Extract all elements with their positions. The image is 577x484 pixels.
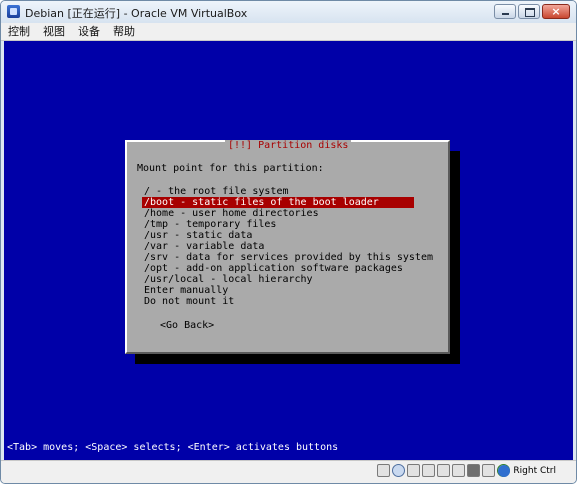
option-enter-manually[interactable]: Enter manually [142, 285, 414, 296]
shared-folders-icon[interactable] [452, 464, 465, 477]
usb-icon[interactable] [422, 464, 435, 477]
option-var[interactable]: /var - variable data [142, 241, 414, 252]
floppy-icon[interactable] [407, 464, 420, 477]
dialog-title: [!!] Partition disks [225, 140, 352, 152]
option-opt[interactable]: /opt - add-on application software packa… [142, 263, 414, 274]
option-usr-local[interactable]: /usr/local - local hierarchy [142, 274, 414, 285]
option-tmp[interactable]: /tmp - temporary files [142, 219, 414, 230]
menu-devices[interactable]: 设备 [71, 23, 106, 40]
virtualbox-window: Debian [正在运行] - Oracle VM VirtualBox × 控… [0, 0, 577, 484]
option-srv[interactable]: /srv - data for services provided by thi… [142, 252, 433, 263]
option-usr[interactable]: /usr - static data [142, 230, 414, 241]
hard-disk-icon[interactable] [377, 464, 390, 477]
network-icon[interactable] [437, 464, 450, 477]
optical-drive-icon[interactable] [392, 464, 405, 477]
host-key-indicator[interactable]: Right Ctrl [498, 464, 556, 478]
maximize-button[interactable] [518, 4, 540, 19]
window-title: Debian [正在运行] - Oracle VM VirtualBox [25, 7, 248, 20]
window-controls: × [494, 4, 570, 19]
option-do-not-mount[interactable]: Do not mount it [142, 296, 414, 307]
go-back-button[interactable]: <Go Back> [160, 320, 214, 332]
keyboard-hint: <Tab> moves; <Space> selects; <Enter> ac… [7, 442, 339, 453]
option-boot[interactable]: /boot - static files of the boot loader [142, 197, 414, 208]
partition-dialog: [!!] Partition disks Mount point for thi… [125, 140, 450, 354]
option-root[interactable]: / - the root file system [142, 186, 414, 197]
menu-control[interactable]: 控制 [1, 23, 36, 40]
menu-bar: 控制 视图 设备 帮助 [1, 23, 576, 41]
minimize-button[interactable] [494, 4, 516, 19]
mount-point-prompt: Mount point for this partition: [137, 163, 324, 174]
display-icon[interactable] [467, 464, 480, 477]
status-icons [377, 464, 510, 477]
host-key-arrow-icon [498, 464, 511, 477]
host-key-label: Right Ctrl [513, 466, 556, 476]
title-bar[interactable]: Debian [正在运行] - Oracle VM VirtualBox × [1, 1, 576, 23]
virtualbox-icon [7, 5, 20, 18]
menu-help[interactable]: 帮助 [106, 23, 141, 40]
menu-view[interactable]: 视图 [36, 23, 71, 40]
close-icon: × [551, 5, 561, 18]
option-home[interactable]: /home - user home directories [142, 208, 414, 219]
video-capture-icon[interactable] [482, 464, 495, 477]
vm-screen[interactable]: [!!] Partition disks Mount point for thi… [4, 41, 573, 460]
status-bar: Right Ctrl [1, 460, 576, 483]
close-button[interactable]: × [542, 4, 570, 19]
